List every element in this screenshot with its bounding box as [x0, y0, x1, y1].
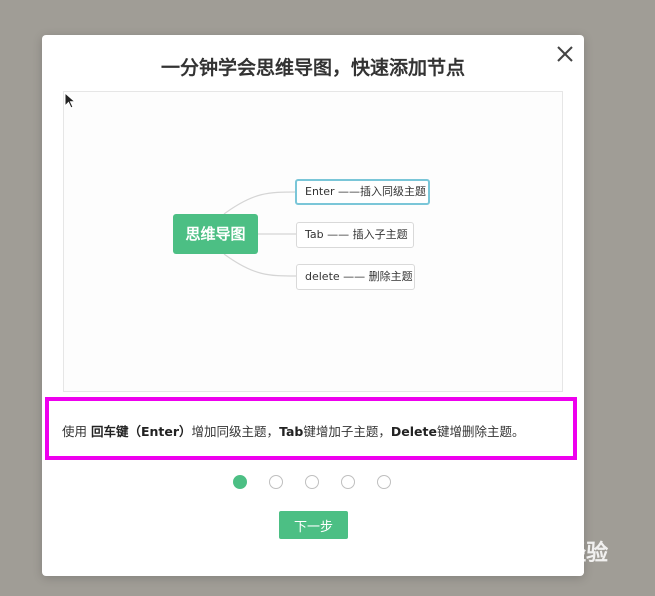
desc-key-tab: Tab [279, 424, 304, 439]
instruction-text: 使用 回车键（Enter）增加同级主题，Tab键增加子主题，Delete键增删除… [62, 421, 572, 440]
mindmap-child-enter[interactable]: Enter ——插入同级主题 [295, 179, 430, 205]
desc-key-enter: 回车键（Enter） [90, 424, 192, 439]
mindmap-preview: 思维导图 Enter ——插入同级主题 Tab —— 插入子主题 delete … [63, 91, 563, 392]
watermark-logo-text: Baidu经验 [503, 540, 609, 565]
pagination-dot[interactable] [377, 475, 391, 489]
mindmap-root-node[interactable]: 思维导图 [173, 214, 258, 254]
pagination-dot[interactable] [269, 475, 283, 489]
connector-line [223, 253, 297, 277]
pagination-dot[interactable] [305, 475, 319, 489]
mindmap-child-tab[interactable]: Tab —— 插入子主题 [296, 222, 414, 248]
watermark: Baidu经验 jingyan.baidu.com [503, 525, 653, 585]
desc-key-delete: Delete [390, 424, 437, 439]
next-step-button[interactable]: 下一步 [279, 511, 348, 539]
close-button[interactable] [552, 41, 578, 67]
close-icon [557, 46, 573, 62]
mouse-pointer-icon [64, 92, 77, 109]
desc-text: 使用 [62, 424, 91, 439]
tutorial-modal: 一分钟学会思维导图，快速添加节点 思维导图 Enter ——插入同级主题 Tab… [42, 35, 584, 576]
mindmap-child-delete[interactable]: delete —— 删除主题 [296, 264, 415, 290]
watermark-url: jingyan.baidu.com [504, 565, 585, 576]
connector-line [223, 191, 297, 215]
desc-text: 键增加子主题， [303, 424, 391, 439]
pagination-dot[interactable] [233, 475, 247, 489]
desc-text: 增加同级主题， [191, 424, 280, 439]
modal-title: 一分钟学会思维导图，快速添加节点 [160, 57, 465, 79]
pagination-dot[interactable] [341, 475, 355, 489]
desc-text: 键增删除主题。 [436, 424, 525, 439]
